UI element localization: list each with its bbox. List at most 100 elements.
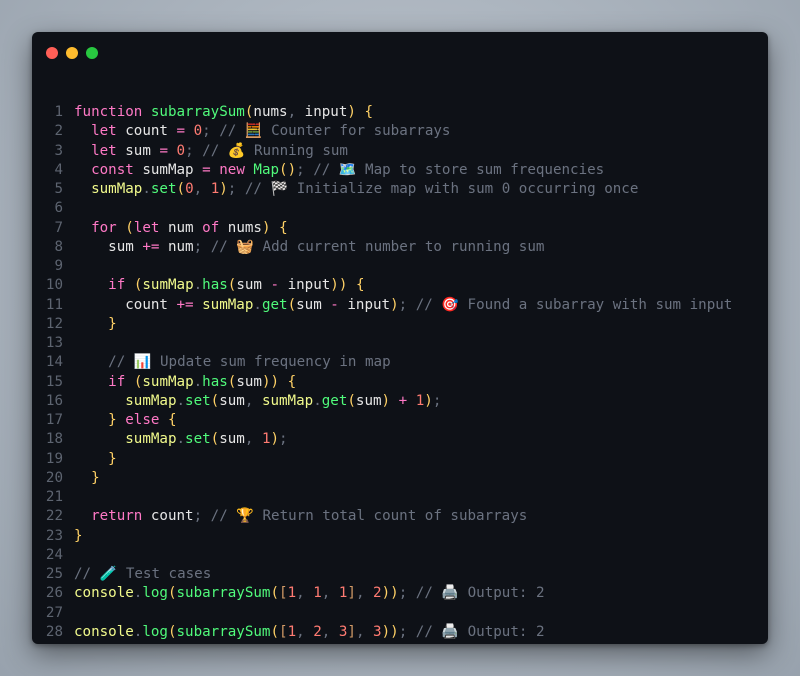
- line-number: 18: [45, 431, 63, 448]
- code-token: ;: [398, 623, 408, 640]
- code-token: }: [91, 469, 100, 486]
- line-number: 22: [45, 508, 63, 525]
- code-token: return: [91, 508, 143, 525]
- code-token: sumMap: [202, 296, 254, 313]
- code-token: 0: [193, 123, 203, 140]
- code-token: {: [167, 412, 177, 428]
- code-line: 12 }: [32, 315, 768, 334]
- code-token: subarraySum: [150, 104, 245, 120]
- line-source: for (let num of nums) {: [74, 219, 288, 238]
- code-token: ;: [193, 238, 203, 255]
- code-token: ,: [287, 104, 297, 120]
- code-token: ,: [296, 585, 305, 602]
- close-window-dot-icon[interactable]: [46, 47, 58, 59]
- code-token: has: [202, 277, 228, 294]
- line-source: if (sumMap.has(sum)) {: [74, 373, 296, 392]
- code-token: nums: [219, 219, 262, 236]
- code-token: 2: [373, 585, 382, 602]
- code-token: 0: [176, 142, 186, 159]
- code-token: // 🎯 Found a subarray with sum input: [407, 296, 733, 313]
- code-token: .: [176, 392, 186, 409]
- code-token: num: [159, 238, 194, 255]
- code-token: ): [424, 392, 433, 409]
- line-source: }: [74, 450, 117, 469]
- code-token: 2: [313, 623, 322, 640]
- line-number: 15: [45, 373, 63, 390]
- code-token: )): [381, 623, 399, 640]
- code-token: set: [185, 431, 211, 448]
- line-number: 5: [54, 181, 63, 197]
- code-token: 1: [287, 623, 297, 640]
- code-token: =: [176, 123, 186, 140]
- code-token: sum: [219, 431, 245, 448]
- code-token: .: [176, 431, 186, 448]
- line-number: 20: [45, 469, 63, 486]
- code-token: // 🖨️ Output: 2: [407, 623, 545, 640]
- code-token: (: [270, 623, 280, 640]
- code-token: ,: [355, 585, 365, 602]
- code-token: // 🖨️ Output: 2: [407, 585, 545, 602]
- code-line: 9: [32, 257, 768, 276]
- code-token: Map: [253, 161, 280, 178]
- code-token: // 🏆 Return total count of subarrays: [202, 508, 528, 525]
- code-token: }: [74, 527, 83, 544]
- code-token: ]: [347, 585, 356, 602]
- code-token: ,: [296, 623, 305, 640]
- code-token: let: [91, 123, 117, 140]
- line-number: 10: [45, 277, 63, 294]
- code-line: 27: [32, 604, 768, 623]
- line-number: 19: [45, 450, 63, 467]
- line-source: let sum = 0; // 💰 Running sum: [74, 142, 348, 161]
- code-token: // 🧪 Test cases: [74, 566, 212, 582]
- code-token: // 💰 Running sum: [193, 142, 348, 159]
- code-token: // 🧮 Counter for subarrays: [210, 123, 451, 140]
- code-token: {: [364, 104, 374, 120]
- code-token: nums: [253, 104, 288, 120]
- code-token: )): [330, 277, 348, 294]
- code-line: 29: [32, 642, 768, 644]
- code-token: let: [91, 142, 117, 159]
- code-token: 1: [210, 181, 220, 197]
- minimize-window-dot-icon[interactable]: [66, 47, 78, 59]
- code-token: ): [219, 181, 228, 197]
- code-token: ;: [432, 392, 442, 409]
- code-token: // 🗺️ Map to store sum frequencies: [304, 161, 605, 178]
- code-token: count: [142, 508, 194, 525]
- code-token: +: [398, 392, 408, 409]
- line-number: 16: [45, 392, 63, 409]
- code-token: ]: [347, 623, 356, 640]
- code-token: [: [279, 623, 288, 640]
- code-token: }: [108, 315, 117, 332]
- code-line: 15 if (sumMap.has(sum)) {: [32, 373, 768, 392]
- line-number: 1: [54, 104, 63, 120]
- code-token: .: [253, 296, 262, 313]
- code-token: (: [287, 296, 297, 313]
- line-number: 13: [45, 335, 63, 351]
- code-token: sumMap: [125, 392, 177, 409]
- code-token: sum: [219, 392, 245, 409]
- code-token: 3: [373, 623, 382, 640]
- line-number: 28: [45, 623, 63, 640]
- maximize-window-dot-icon[interactable]: [86, 47, 98, 59]
- code-token: count: [116, 123, 177, 140]
- code-token: (: [167, 623, 177, 640]
- code-token: ): [270, 431, 280, 448]
- code-token: sum: [296, 296, 331, 313]
- code-token: new: [219, 161, 245, 178]
- code-line: 22 return count; // 🏆 Return total count…: [32, 507, 768, 526]
